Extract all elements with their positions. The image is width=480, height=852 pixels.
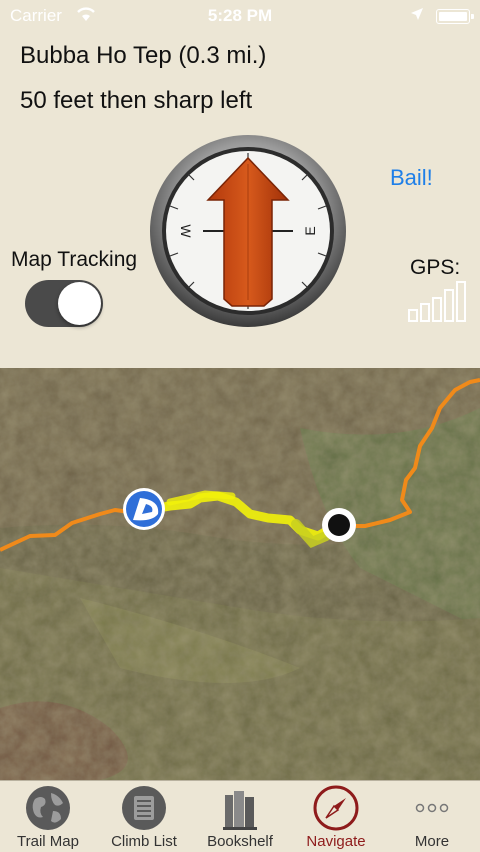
compass-east-letter: E xyxy=(302,226,318,235)
status-bar: Carrier 5:28 PM xyxy=(0,0,480,32)
compass-icon xyxy=(313,785,359,831)
tab-more[interactable]: More xyxy=(384,781,480,852)
location-arrow-icon xyxy=(411,8,423,20)
map-tracking-label: Map Tracking xyxy=(11,248,138,271)
bail-button[interactable]: Bail! xyxy=(390,165,433,191)
trail-map[interactable] xyxy=(0,368,480,780)
tab-bookshelf[interactable]: Bookshelf xyxy=(192,781,288,852)
compass-icon: W E xyxy=(150,135,346,327)
globe-icon xyxy=(26,786,70,830)
gps-label: GPS: xyxy=(410,256,461,279)
tab-label: Trail Map xyxy=(17,833,79,850)
turn-instruction: 50 feet then sharp left xyxy=(20,87,253,114)
navigation-panel: Bubba Ho Tep (0.3 mi.) 50 feet then shar… xyxy=(0,0,480,368)
trail-name: Bubba Ho Tep (0.3 mi.) xyxy=(20,42,267,69)
tab-bar: Trail Map Climb List Bookshelf Navigate … xyxy=(0,780,480,852)
tab-label: Navigate xyxy=(306,833,366,850)
more-icon xyxy=(415,803,449,813)
list-icon xyxy=(122,786,166,830)
tab-label: Climb List xyxy=(111,833,177,850)
tab-label: Bookshelf xyxy=(207,833,273,850)
current-position-marker xyxy=(322,508,356,542)
books-icon xyxy=(223,791,257,830)
status-time: 5:28 PM xyxy=(207,6,273,25)
compass-west-letter: W xyxy=(178,224,194,238)
tab-trail-map[interactable]: Trail Map xyxy=(0,781,96,852)
battery-icon xyxy=(436,9,474,24)
tab-label: More xyxy=(414,833,450,850)
toggle-knob xyxy=(58,282,101,325)
trail-start-marker[interactable] xyxy=(123,488,165,530)
tab-navigate[interactable]: Navigate xyxy=(288,781,384,852)
gps-signal-icon xyxy=(408,281,466,322)
tab-climb-list[interactable]: Climb List xyxy=(96,781,192,852)
map-tracking-toggle[interactable] xyxy=(25,280,103,327)
